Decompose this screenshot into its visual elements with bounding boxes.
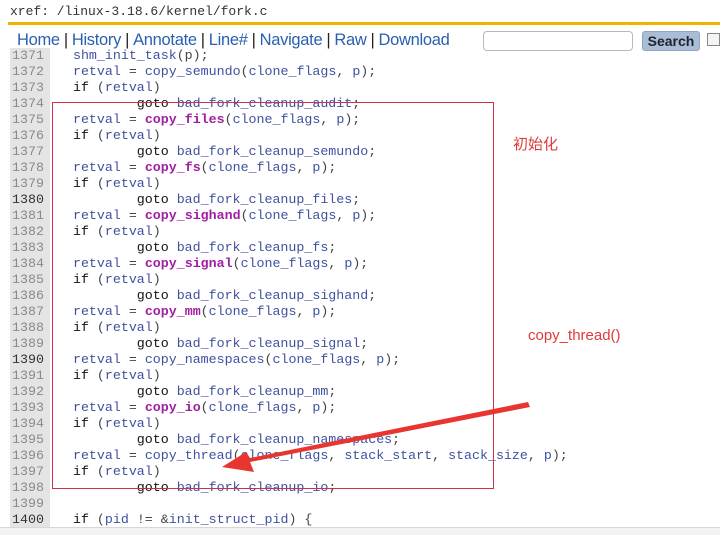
annotation-arrow-icon — [222, 402, 530, 472]
